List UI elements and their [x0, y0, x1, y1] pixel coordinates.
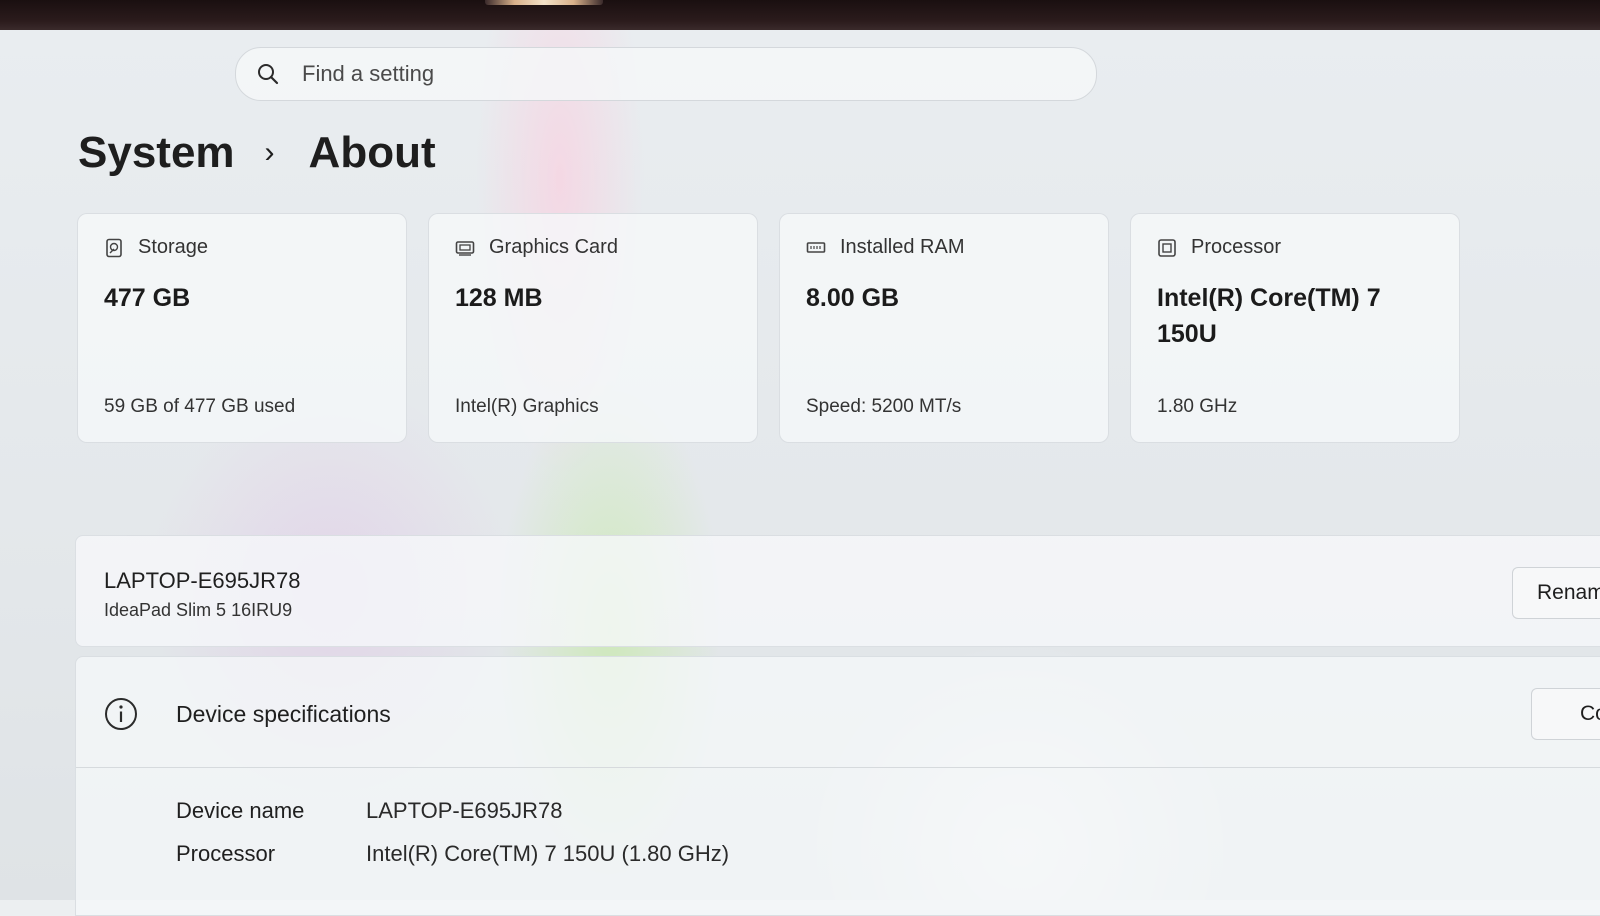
storage-card[interactable]: Storage 477 GB 59 GB of 477 GB used [77, 213, 407, 443]
breadcrumb-system[interactable]: System [78, 128, 235, 178]
spec-label: Processor [176, 840, 276, 866]
search-input[interactable] [300, 60, 1064, 88]
page-title: About [308, 128, 436, 177]
ram-card-detail: Speed: 5200 MT/s [806, 396, 962, 417]
graphics-card-icon [455, 240, 475, 256]
device-name: LAPTOP-E695JR78 [104, 568, 301, 593]
graphics-card-card[interactable]: Graphics Card 128 MB Intel(R) Graphics [428, 213, 758, 443]
info-icon [105, 698, 137, 730]
spec-value: LAPTOP-E695JR78 [366, 797, 563, 823]
breadcrumb: System › About [78, 128, 436, 178]
screen-bezel [0, 0, 1600, 30]
ram-card-title: Installed RAM [840, 236, 965, 258]
search-box[interactable] [235, 47, 1097, 101]
device-specifications-header[interactable]: Device specifications Co [76, 657, 1600, 768]
graphics-card-detail: Intel(R) Graphics [455, 396, 599, 417]
search-icon [258, 64, 279, 85]
storage-card-value: 477 GB [104, 284, 191, 312]
ram-card-value: 8.00 GB [806, 284, 900, 312]
webcam-glare [485, 0, 603, 5]
spec-label: Device name [176, 797, 305, 823]
summary-cards: Storage 477 GB 59 GB of 477 GB used Grap… [77, 213, 1481, 443]
device-name-row: LAPTOP-E695JR78 IdeaPad Slim 5 16IRU9 Re… [75, 535, 1600, 647]
device-model: IdeaPad Slim 5 16IRU9 [104, 600, 293, 620]
ram-icon [806, 241, 826, 253]
graphics-card-title: Graphics Card [489, 236, 618, 258]
copy-button[interactable]: Co [1531, 688, 1600, 740]
storage-card-title: Storage [138, 236, 209, 258]
processor-card-title: Processor [1191, 236, 1282, 258]
processor-card-detail: 1.80 GHz [1157, 396, 1238, 417]
device-specifications-title: Device specifications [176, 701, 391, 727]
ram-card[interactable]: Installed RAM 8.00 GB Speed: 5200 MT/s [779, 213, 1109, 443]
spec-rows: Device name LAPTOP-E695JR78 Processor In… [176, 789, 729, 875]
processor-icon [1158, 238, 1176, 257]
storage-card-detail: 59 GB of 477 GB used [104, 396, 296, 417]
graphics-card-value: 128 MB [455, 284, 543, 312]
spec-value: Intel(R) Core(TM) 7 150U (1.80 GHz) [366, 840, 730, 866]
spec-row-processor: Processor Intel(R) Core(TM) 7 150U (1.80… [176, 832, 729, 875]
processor-card[interactable]: Processor Intel(R) Core(TM) 7 150U 1.80 … [1130, 213, 1460, 443]
device-specifications-panel: Device specifications Co Device name LAP… [75, 656, 1600, 916]
chevron-right-icon: › [264, 136, 275, 169]
spec-row-device-name: Device name LAPTOP-E695JR78 [176, 789, 729, 832]
rename-button[interactable]: Renam [1512, 567, 1600, 619]
settings-window: System › About Storage 477 GB 59 GB of 4… [0, 30, 1600, 916]
storage-icon [106, 238, 122, 257]
processor-card-value: Intel(R) Core(TM) 7 150U [1157, 284, 1381, 348]
